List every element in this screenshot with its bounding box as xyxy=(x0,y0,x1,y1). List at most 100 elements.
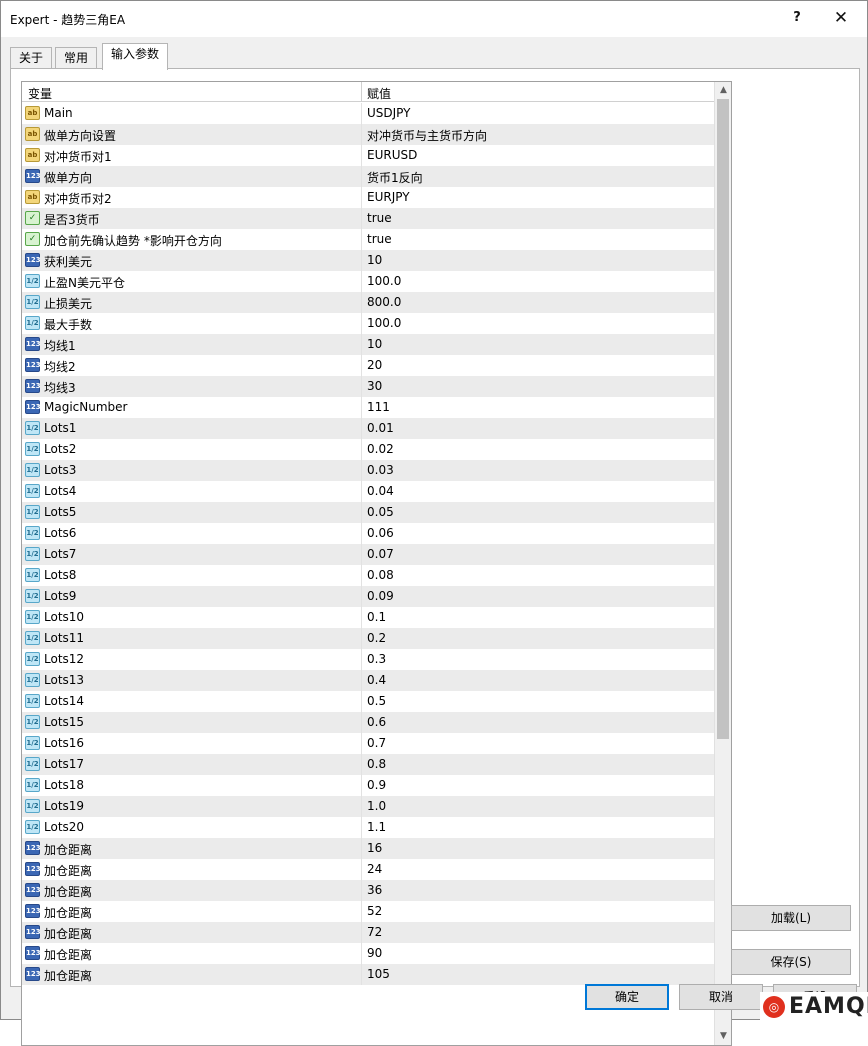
table-row[interactable]: ✓ 是否3货币 true xyxy=(22,208,715,229)
table-row[interactable]: 1/2 Lots14 0.5 xyxy=(22,691,715,712)
table-row[interactable]: 1/2 Lots1 0.01 xyxy=(22,418,715,439)
close-icon[interactable]: ✕ xyxy=(823,5,859,31)
table-row[interactable]: 123 加仓距离 105 xyxy=(22,964,715,985)
table-row[interactable]: 1/2 Lots17 0.8 xyxy=(22,754,715,775)
column-header-value[interactable]: 赋值 xyxy=(367,85,391,102)
parameter-value[interactable]: 对冲货币与主货币方向 xyxy=(367,127,487,144)
table-row[interactable]: 1/2 Lots10 0.1 xyxy=(22,607,715,628)
parameter-value[interactable]: 货币1反向 xyxy=(367,169,423,186)
table-row[interactable]: 1/2 止盈N美元平仓 100.0 xyxy=(22,271,715,292)
parameter-value[interactable]: 1.1 xyxy=(367,820,386,834)
table-row[interactable]: 1/2 止损美元 800.0 xyxy=(22,292,715,313)
parameter-value[interactable]: 16 xyxy=(367,841,382,855)
vertical-scrollbar[interactable]: ▲ ▼ xyxy=(714,82,731,1045)
parameter-value[interactable]: 10 xyxy=(367,337,382,351)
parameter-value[interactable]: 0.2 xyxy=(367,631,386,645)
help-icon[interactable]: ? xyxy=(779,5,815,31)
parameter-value[interactable]: 72 xyxy=(367,925,382,939)
table-row[interactable]: 1/2 Lots8 0.08 xyxy=(22,565,715,586)
table-row[interactable]: 123 加仓距离 24 xyxy=(22,859,715,880)
parameter-value[interactable]: 0.4 xyxy=(367,673,386,687)
table-row[interactable]: 1/2 Lots16 0.7 xyxy=(22,733,715,754)
table-row[interactable]: ab Main USDJPY xyxy=(22,103,715,124)
parameter-value[interactable]: 0.05 xyxy=(367,505,394,519)
table-row[interactable]: 1/2 Lots13 0.4 xyxy=(22,670,715,691)
tab-about[interactable]: 关于 xyxy=(10,47,53,69)
scroll-down-icon[interactable]: ▼ xyxy=(715,1028,731,1045)
parameter-value[interactable]: 36 xyxy=(367,883,382,897)
table-row[interactable]: 123 加仓距离 52 xyxy=(22,901,715,922)
scrollbar-thumb[interactable] xyxy=(717,99,729,739)
table-row[interactable]: 1/2 Lots6 0.06 xyxy=(22,523,715,544)
parameter-value[interactable]: 0.06 xyxy=(367,526,394,540)
parameter-value[interactable]: 0.5 xyxy=(367,694,386,708)
parameter-value[interactable]: 0.08 xyxy=(367,568,394,582)
scroll-up-icon[interactable]: ▲ xyxy=(715,82,731,99)
table-row[interactable]: 1/2 Lots18 0.9 xyxy=(22,775,715,796)
table-row[interactable]: ✓ 加仓前先确认趋势 *影响开仓方向 true xyxy=(22,229,715,250)
table-row[interactable]: 1/2 Lots3 0.03 xyxy=(22,460,715,481)
table-row[interactable]: ab 做单方向设置 对冲货币与主货币方向 xyxy=(22,124,715,145)
parameter-value[interactable]: 1.0 xyxy=(367,799,386,813)
parameter-value[interactable]: 105 xyxy=(367,967,390,981)
parameter-value[interactable]: 0.3 xyxy=(367,652,386,666)
table-row[interactable]: 123 MagicNumber 111 xyxy=(22,397,715,418)
column-divider[interactable] xyxy=(361,82,362,102)
table-row[interactable]: ab 对冲货币对2 EURJPY xyxy=(22,187,715,208)
table-row[interactable]: 1/2 Lots19 1.0 xyxy=(22,796,715,817)
parameter-value[interactable]: EURUSD xyxy=(367,148,417,162)
parameter-value[interactable]: 0.02 xyxy=(367,442,394,456)
parameter-value[interactable]: 0.7 xyxy=(367,736,386,750)
table-row[interactable]: 1/2 Lots7 0.07 xyxy=(22,544,715,565)
parameter-value[interactable]: 20 xyxy=(367,358,382,372)
table-row[interactable]: 123 均线3 30 xyxy=(22,376,715,397)
parameter-value[interactable]: 0.07 xyxy=(367,547,394,561)
parameter-value[interactable]: 0.09 xyxy=(367,589,394,603)
table-row[interactable]: 1/2 Lots4 0.04 xyxy=(22,481,715,502)
parameter-value[interactable]: true xyxy=(367,211,392,225)
parameter-value[interactable]: 52 xyxy=(367,904,382,918)
tab-common[interactable]: 常用 xyxy=(55,47,98,69)
table-row[interactable]: 1/2 Lots2 0.02 xyxy=(22,439,715,460)
table-row[interactable]: 123 均线2 20 xyxy=(22,355,715,376)
table-row[interactable]: 123 加仓距离 16 xyxy=(22,838,715,859)
table-row[interactable]: 1/2 最大手数 100.0 xyxy=(22,313,715,334)
parameter-value[interactable]: 24 xyxy=(367,862,382,876)
parameter-value[interactable]: 90 xyxy=(367,946,382,960)
parameter-value[interactable]: true xyxy=(367,232,392,246)
table-row[interactable]: 1/2 Lots15 0.6 xyxy=(22,712,715,733)
table-row[interactable]: 1/2 Lots12 0.3 xyxy=(22,649,715,670)
parameter-value[interactable]: 30 xyxy=(367,379,382,393)
parameter-value[interactable]: 100.0 xyxy=(367,316,401,330)
parameter-value[interactable]: 0.9 xyxy=(367,778,386,792)
parameter-value[interactable]: 111 xyxy=(367,400,390,414)
table-row[interactable]: 1/2 Lots20 1.1 xyxy=(22,817,715,838)
table-row[interactable]: 1/2 Lots11 0.2 xyxy=(22,628,715,649)
parameter-value[interactable]: EURJPY xyxy=(367,190,410,204)
tab-input-parameters[interactable]: 输入参数 xyxy=(102,43,169,70)
table-row[interactable]: 1/2 Lots9 0.09 xyxy=(22,586,715,607)
parameter-value[interactable]: 0.03 xyxy=(367,463,394,477)
cancel-button[interactable]: 取消 xyxy=(679,984,763,1010)
ok-button[interactable]: 确定 xyxy=(585,984,669,1010)
table-row[interactable]: 123 加仓距离 72 xyxy=(22,922,715,943)
parameter-value[interactable]: USDJPY xyxy=(367,106,410,120)
table-row[interactable]: 1/2 Lots5 0.05 xyxy=(22,502,715,523)
table-row[interactable]: 123 加仓距离 36 xyxy=(22,880,715,901)
parameter-value[interactable]: 0.6 xyxy=(367,715,386,729)
load-button[interactable]: 加载(L) xyxy=(731,905,851,931)
parameter-value[interactable]: 0.01 xyxy=(367,421,394,435)
save-button[interactable]: 保存(S) xyxy=(731,949,851,975)
table-row[interactable]: 123 均线1 10 xyxy=(22,334,715,355)
table-row[interactable]: 123 做单方向 货币1反向 xyxy=(22,166,715,187)
parameter-value[interactable]: 0.8 xyxy=(367,757,386,771)
column-header-variable[interactable]: 变量 xyxy=(28,85,52,102)
parameter-value[interactable]: 800.0 xyxy=(367,295,401,309)
table-row[interactable]: 123 获利美元 10 xyxy=(22,250,715,271)
table-row[interactable]: 123 加仓距离 90 xyxy=(22,943,715,964)
parameter-value[interactable]: 100.0 xyxy=(367,274,401,288)
table-row[interactable]: ab 对冲货币对1 EURUSD xyxy=(22,145,715,166)
parameter-value[interactable]: 0.1 xyxy=(367,610,386,624)
parameter-value[interactable]: 0.04 xyxy=(367,484,394,498)
parameter-value[interactable]: 10 xyxy=(367,253,382,267)
